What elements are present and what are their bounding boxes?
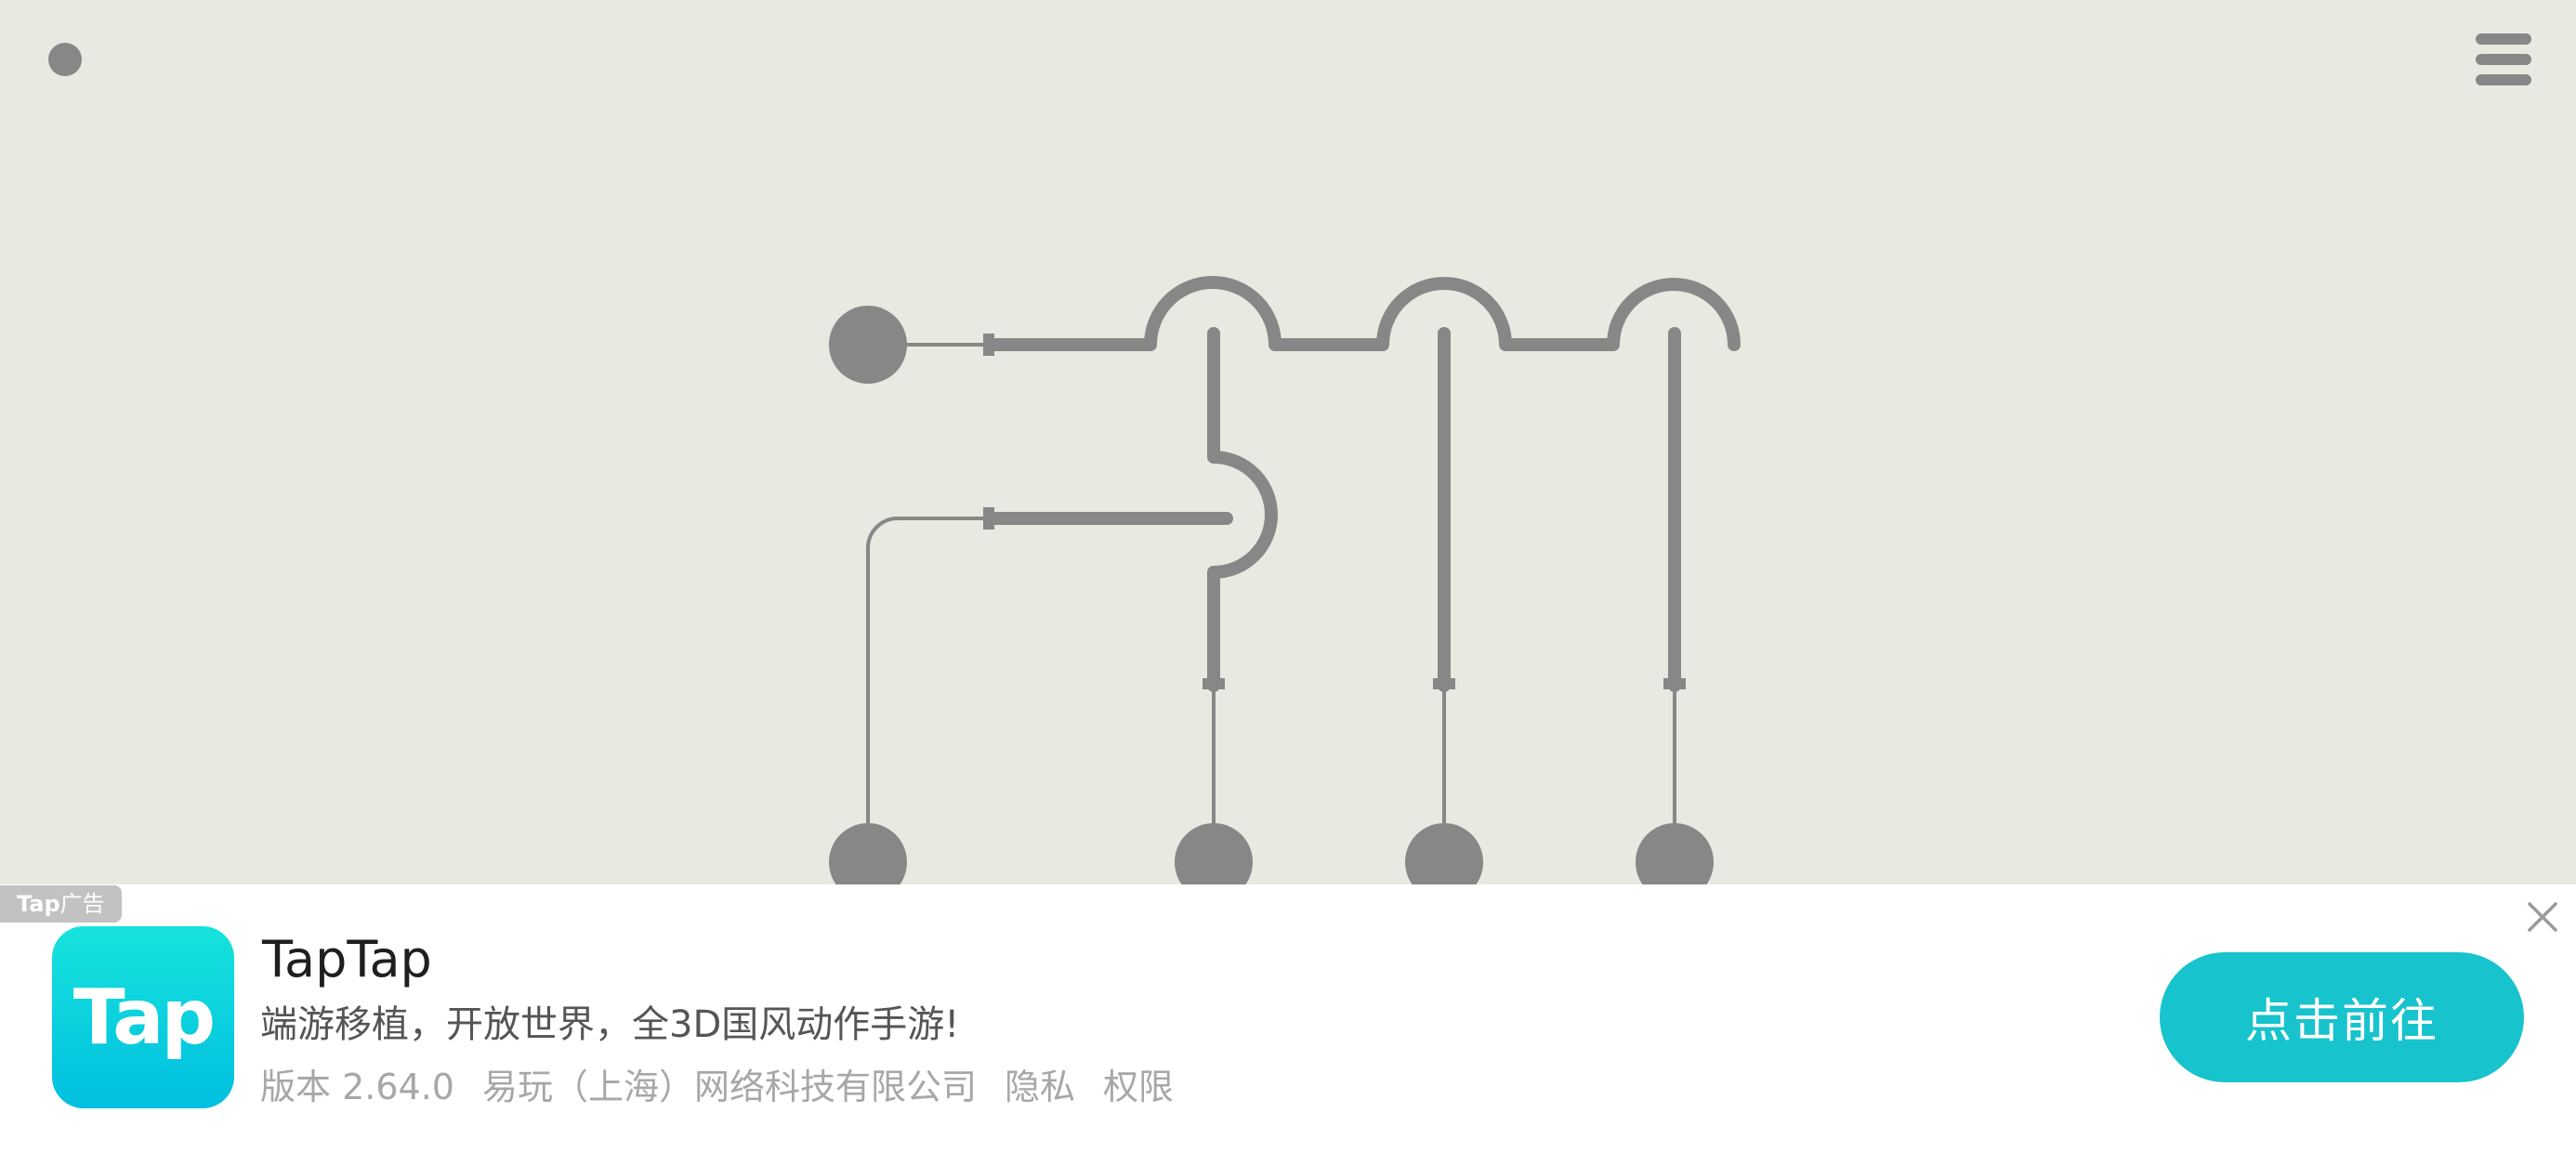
- menu-bar-middle: [2476, 54, 2531, 65]
- close-x-icon[interactable]: [2522, 897, 2563, 937]
- ad-privacy-link[interactable]: 隐私: [1005, 1061, 1075, 1113]
- ad-version: 版本 2.64.0: [260, 1067, 454, 1107]
- hamburger-menu-icon[interactable]: [2468, 28, 2543, 93]
- ad-app-title[interactable]: TapTap: [262, 927, 432, 992]
- ad-permissions-link[interactable]: 权限: [1103, 1061, 1174, 1113]
- app-icon-logo-text: Tap: [72, 973, 216, 1062]
- ad-tag: Tap 广告: [0, 885, 122, 923]
- ad-meta-row: 版本 2.64.0 易玩（上海）网络科技有限公司 隐私 权限: [260, 1061, 1174, 1113]
- dot-icon[interactable]: [48, 43, 82, 76]
- source-node[interactable]: [829, 306, 907, 384]
- game-background: [0, 0, 2576, 884]
- game-area: [0, 0, 2576, 884]
- taptap-app-icon[interactable]: Tap: [52, 926, 234, 1108]
- menu-bar-top: [2476, 33, 2531, 45]
- ad-tag-brand: Tap: [17, 891, 60, 917]
- cta-button[interactable]: 点击前往: [2160, 952, 2524, 1082]
- menu-bar-bottom: [2476, 74, 2531, 85]
- ad-developer: 易玩（上海）网络科技有限公司: [481, 1067, 977, 1107]
- ad-tag-label: 广告: [59, 891, 105, 917]
- circuit-puzzle-board: [0, 0, 2576, 884]
- game-screen: Tap 广告 Tap TapTap 端游移植，开放世界，全3D国风动作手游! 版…: [0, 0, 2576, 1152]
- ad-description: 端游移植，开放世界，全3D国风动作手游!: [260, 1003, 960, 1046]
